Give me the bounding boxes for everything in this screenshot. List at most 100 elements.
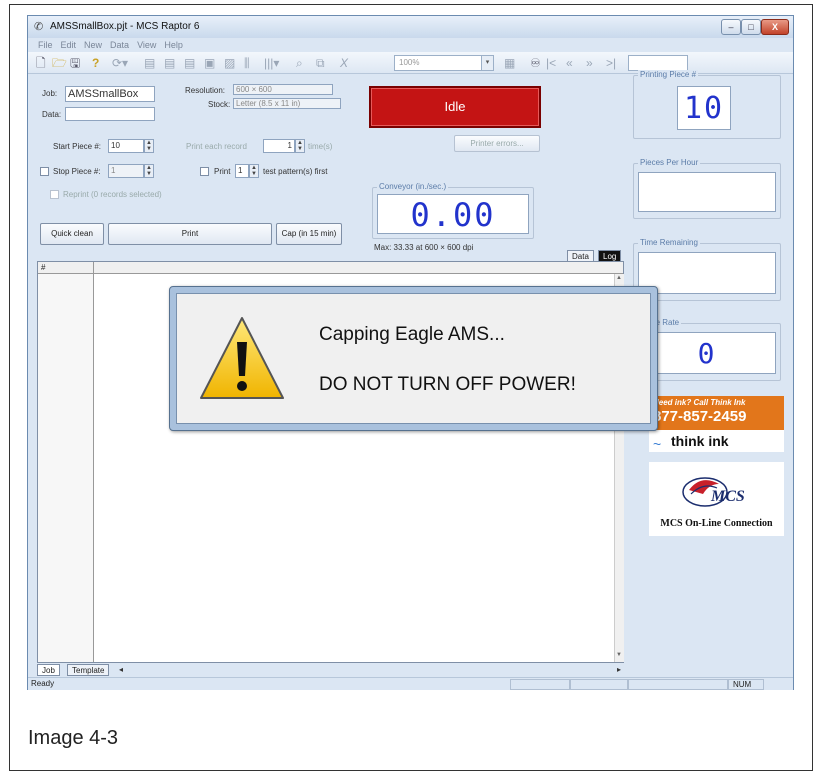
mcs-brand: MCS xyxy=(711,488,745,505)
menu-edit[interactable]: Edit xyxy=(61,40,77,50)
conveyor-group: Conveyor (in./sec.) 0.00 xyxy=(372,182,534,239)
scroll-right-icon[interactable]: ▸ xyxy=(617,665,621,674)
help-icon[interactable]: ? xyxy=(92,55,99,71)
printing-piece-readout: 10 xyxy=(677,86,731,130)
think-ink-phone: 877-857-2459 xyxy=(653,408,747,425)
tab-template[interactable]: Template xyxy=(67,664,110,676)
dialog-message: Capping Eagle AMS... xyxy=(319,324,505,345)
num-lock-indicator: NUM xyxy=(728,679,764,690)
resolution-label: Resolution: xyxy=(185,86,226,95)
data-field[interactable] xyxy=(65,107,155,121)
minimize-button[interactable]: – xyxy=(721,19,741,35)
think-ink-logo: ~ think ink xyxy=(649,430,784,452)
dialog-body: Capping Eagle AMS... DO NOT TURN OFF POW… xyxy=(176,293,651,424)
test-pattern-stepper[interactable]: ▲ ▼ xyxy=(249,164,259,178)
menu-file[interactable]: File xyxy=(38,40,53,50)
menu-bar: File Edit New Data View Help xyxy=(28,38,793,52)
think-ink-ad[interactable]: Need ink? Call Think Ink 877-857-2459 ~ … xyxy=(649,396,784,452)
window-title: AMSSmallBox.pjt - MCS Raptor 6 xyxy=(50,21,200,32)
app-icon: ✆ xyxy=(34,21,44,33)
print-each-input[interactable]: 1 xyxy=(263,139,295,153)
printing-piece-title: Printing Piece # xyxy=(638,70,699,79)
job-field[interactable]: AMSSmallBox xyxy=(65,86,155,102)
print-button[interactable]: Print xyxy=(108,223,272,245)
data-label: Data: xyxy=(42,110,62,119)
print-each-unit: time(s) xyxy=(308,142,333,151)
stock-field: Letter (8.5 x 11 in) xyxy=(233,98,341,109)
status-cell-2 xyxy=(570,679,628,690)
status-cell-3 xyxy=(628,679,728,690)
menu-view[interactable]: View xyxy=(137,40,156,50)
zoom-select[interactable]: 100% ▾ xyxy=(394,55,494,71)
copy-icon[interactable]: ⧉ xyxy=(316,55,325,71)
image-icon[interactable]: ▣ xyxy=(204,55,215,71)
refresh-icon[interactable]: ⟳▾ xyxy=(112,55,128,71)
think-ink-brand: think ink xyxy=(671,433,729,449)
status-bar: Ready NUM xyxy=(28,677,793,690)
printer-errors-button[interactable]: Printer errors... xyxy=(454,135,540,152)
grid-column-number: # xyxy=(41,263,46,272)
first-record-icon[interactable]: |< xyxy=(546,55,556,71)
previous-record-icon[interactable]: « xyxy=(566,55,573,71)
mcs-caption: MCS On-Line Connection xyxy=(660,518,773,529)
print-each-stepper[interactable]: ▲ ▼ xyxy=(295,139,305,153)
pieces-per-hour-group: Pieces Per Hour xyxy=(633,158,781,219)
maximize-button[interactable]: □ xyxy=(741,19,761,35)
test-pattern-checkbox[interactable] xyxy=(200,167,209,176)
menu-help[interactable]: Help xyxy=(164,40,183,50)
menu-data[interactable]: Data xyxy=(110,40,129,50)
test-pattern-label: test pattern(s) first xyxy=(263,167,328,176)
barcode-icon[interactable]: |||▾ xyxy=(264,55,279,71)
grid-icon[interactable]: ▦ xyxy=(504,55,515,71)
start-piece-stepper[interactable]: ▲ ▼ xyxy=(144,139,154,153)
align-left-icon[interactable]: ▤ xyxy=(144,55,155,71)
scroll-up-icon[interactable]: ▲ xyxy=(616,275,622,281)
new-file-icon[interactable]: 🗋 xyxy=(36,55,46,71)
scroll-down-icon[interactable]: ▼ xyxy=(616,652,622,658)
grid-row-header-column xyxy=(38,274,93,662)
conveyor-max-text: Max: 33.33 at 600 × 600 dpi xyxy=(374,243,474,252)
printing-piece-group: Printing Piece # 10 xyxy=(633,70,781,139)
figure-caption: Image 4-3 xyxy=(28,727,119,749)
stop-piece-input[interactable]: 1 xyxy=(108,164,144,178)
pieces-per-hour-title: Pieces Per Hour xyxy=(638,158,701,167)
mcs-online-ad[interactable]: MCS MCS On-Line Connection xyxy=(649,462,784,536)
next-record-icon[interactable]: » xyxy=(586,55,593,71)
cap-button[interactable]: Cap (in 15 min) xyxy=(276,223,342,245)
search-icon[interactable]: ⌕ xyxy=(296,55,303,71)
start-piece-label: Start Piece #: xyxy=(53,142,102,151)
close-button[interactable]: X xyxy=(761,19,789,35)
capping-dialog: Capping Eagle AMS... DO NOT TURN OFF POW… xyxy=(169,286,658,431)
reprint-checkbox[interactable] xyxy=(50,190,59,199)
align-center-icon[interactable]: ▤ xyxy=(164,55,175,71)
tab-job[interactable]: Job xyxy=(37,664,60,676)
open-folder-icon[interactable]: 🗁 xyxy=(52,55,67,71)
status-cell-1 xyxy=(510,679,570,690)
print-each-label: Print each record xyxy=(186,142,247,151)
warning-icon xyxy=(200,317,284,399)
time-remaining-readout xyxy=(638,252,776,294)
start-piece-input[interactable]: 10 xyxy=(108,139,144,153)
conveyor-readout: 0.00 xyxy=(377,194,529,234)
chart-icon[interactable]: ⫼ xyxy=(244,55,250,71)
pieces-per-hour-readout xyxy=(638,172,776,212)
job-label: Job: xyxy=(42,89,58,98)
binoculars-icon[interactable]: ♾ xyxy=(530,55,541,71)
picture-icon[interactable]: ▨ xyxy=(224,55,235,71)
quick-clean-button[interactable]: Quick clean xyxy=(40,223,104,245)
last-record-icon[interactable]: >| xyxy=(606,55,616,71)
save-icon[interactable]: 🖫 xyxy=(70,55,80,71)
stop-piece-checkbox[interactable] xyxy=(40,167,49,176)
cut-icon[interactable]: X xyxy=(340,55,348,71)
scroll-left-icon[interactable]: ◂ xyxy=(119,665,123,674)
piece-rate-readout: 0 xyxy=(638,332,776,374)
menu-new[interactable]: New xyxy=(84,40,102,50)
status-text: Ready xyxy=(31,679,55,688)
reprint-label: Reprint (0 records selected) xyxy=(63,190,162,199)
test-pattern-input[interactable]: 1 xyxy=(235,164,249,178)
time-remaining-title: Time Remaining xyxy=(638,238,700,247)
align-right-icon[interactable]: ▤ xyxy=(184,55,195,71)
chevron-down-icon[interactable]: ▾ xyxy=(481,56,493,70)
record-number-input[interactable] xyxy=(628,55,688,71)
stop-piece-stepper[interactable]: ▲ ▼ xyxy=(144,164,154,178)
